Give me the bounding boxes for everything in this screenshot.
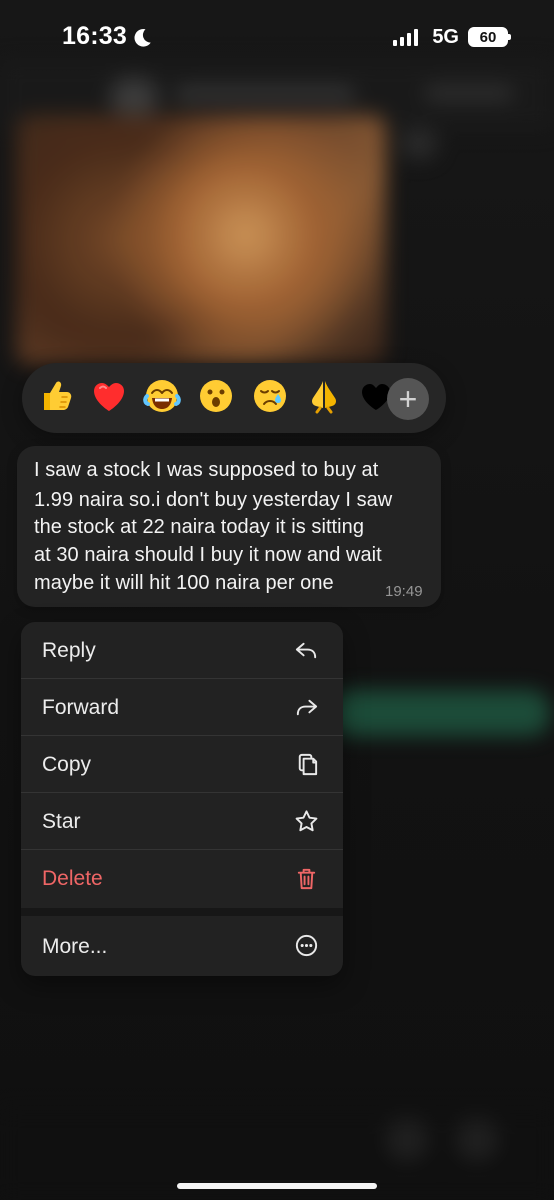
message-line-3: the stock at 22 naira today it is sittin…: [34, 516, 364, 538]
blurred-share-icon: [400, 128, 438, 160]
copy-menu-item[interactable]: Copy: [21, 736, 343, 793]
message-line-1: I saw a stock I was supposed to buy at: [34, 459, 379, 481]
blurred-sent-message: [330, 690, 550, 736]
add-reaction-button[interactable]: +: [387, 378, 429, 420]
reply-icon: [293, 637, 320, 664]
crying-face-icon: [254, 380, 286, 412]
plus-icon: +: [398, 381, 418, 417]
sad-tear-reaction[interactable]: [249, 375, 291, 417]
reply-menu-item[interactable]: Reply: [21, 622, 343, 679]
star-label: Star: [42, 810, 81, 833]
pray-reaction[interactable]: [303, 375, 345, 417]
message-line-2: 1.99 naira so.i don't buy yesterday I sa…: [34, 489, 393, 511]
blurred-header-icons: [424, 84, 514, 102]
heart-icon: [94, 383, 124, 411]
message-line-5: maybe it will hit 100 naira per one: [34, 572, 334, 594]
blurred-camera-icon: [385, 1118, 429, 1162]
thumbs-up-reaction[interactable]: [34, 375, 76, 417]
message-timestamp: 19:49: [385, 583, 423, 600]
forward-icon: [293, 694, 320, 721]
signal-icon: [393, 29, 419, 46]
reaction-bar: +: [22, 363, 446, 433]
laughing-reaction[interactable]: [141, 375, 183, 417]
menu-separator: [21, 908, 343, 916]
laughing-face-icon: [143, 380, 181, 412]
delete-label: Delete: [42, 867, 103, 890]
network-label: 5G: [432, 26, 459, 48]
forward-menu-item[interactable]: Forward: [21, 679, 343, 736]
more-icon: [293, 932, 320, 959]
status-right-group: 5G 60: [393, 26, 511, 48]
heart-reaction[interactable]: [88, 375, 130, 417]
status-bar: 16:33 5G 60: [0, 0, 554, 72]
copy-icon: [293, 751, 320, 778]
battery-level: 60: [479, 28, 497, 46]
more-label: More...: [42, 935, 108, 958]
copy-label: Copy: [42, 753, 92, 776]
moon-icon: [131, 27, 153, 49]
blurred-contact-name: [175, 86, 355, 102]
reply-label: Reply: [42, 639, 96, 662]
surprised-reaction[interactable]: [195, 375, 237, 417]
surprised-face-icon: [200, 380, 232, 412]
star-menu-item[interactable]: Star: [21, 793, 343, 850]
more-menu-item[interactable]: More...: [21, 916, 343, 976]
thumbs-up-icon: [44, 381, 72, 410]
blurred-mic-icon: [455, 1118, 499, 1162]
forward-label: Forward: [42, 696, 120, 719]
status-time: 16:33: [62, 22, 127, 50]
trash-icon: [293, 865, 320, 892]
praying-hands-icon: [312, 381, 336, 414]
message-line-4: at 30 naira should I buy it now and wait: [34, 544, 382, 566]
blurred-photo-message: [16, 115, 386, 365]
home-indicator[interactable]: [177, 1183, 377, 1189]
status-time-group: 16:33: [62, 22, 153, 51]
star-icon: [293, 808, 320, 835]
blurred-avatar: [110, 78, 158, 116]
chat-screen: 16:33 5G 60 + I saw a stock I was suppos…: [0, 0, 554, 1200]
message-bubble[interactable]: I saw a stock I was supposed to buy at 1…: [17, 446, 441, 607]
delete-menu-item[interactable]: Delete: [21, 850, 343, 907]
message-context-menu: Reply Forward Copy Star Delete More...: [21, 622, 343, 976]
battery-icon: 60: [468, 27, 511, 47]
